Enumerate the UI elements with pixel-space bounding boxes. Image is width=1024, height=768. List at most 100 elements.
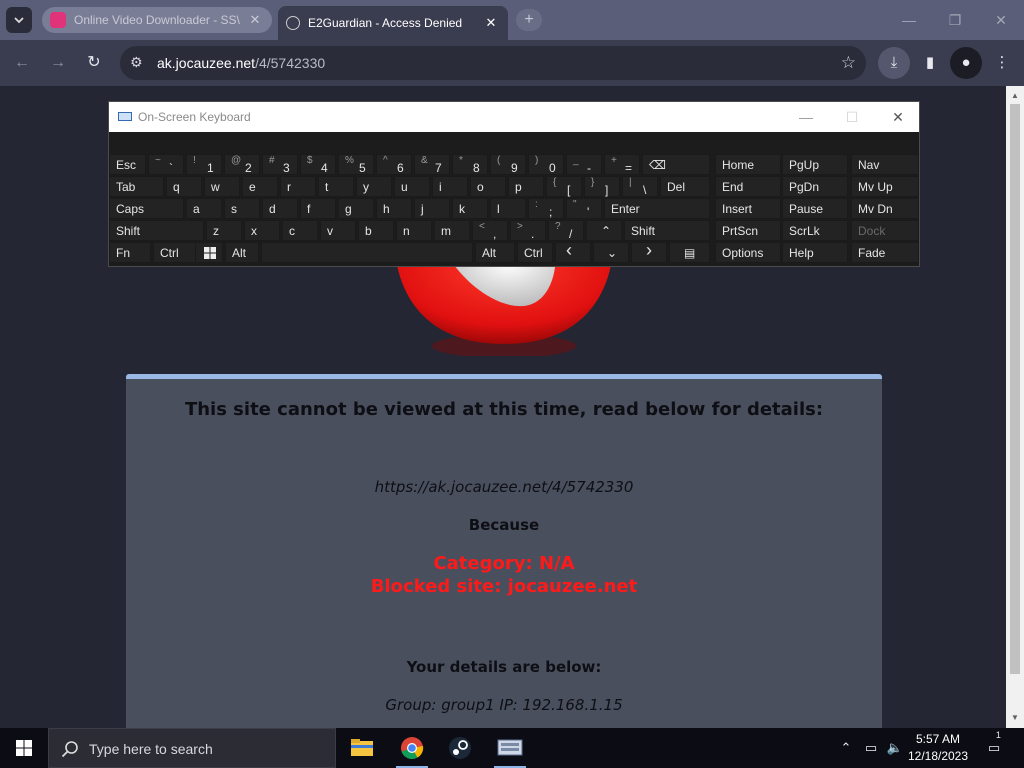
- right-arrow-key[interactable]: ›: [631, 240, 667, 263]
- key-m[interactable]: m: [434, 220, 470, 241]
- taskbar-clock[interactable]: 5:57 AM 12/18/2023: [906, 731, 970, 765]
- key-9[interactable]: (9: [490, 154, 526, 175]
- left-arrow-key[interactable]: ‹: [555, 240, 591, 263]
- key-o[interactable]: o: [470, 176, 506, 197]
- side-panel-icon[interactable]: ▮: [914, 47, 946, 79]
- backspace-key[interactable]: ⌫: [642, 154, 710, 175]
- key-symbol[interactable]: :;: [528, 198, 564, 219]
- scroll-down-icon[interactable]: ▼: [1006, 710, 1024, 726]
- key-fade[interactable]: Fade: [851, 242, 919, 263]
- key-fn[interactable]: Fn: [109, 242, 151, 263]
- key-scrlk[interactable]: ScrLk: [782, 220, 848, 241]
- key-esc[interactable]: Esc: [109, 154, 146, 175]
- address-url[interactable]: ak.jocauzee.net/4/5742330: [157, 46, 325, 80]
- taskbar-search-box[interactable]: Type here to search: [48, 728, 336, 768]
- scroll-up-icon[interactable]: ▲: [1006, 88, 1024, 104]
- key-b[interactable]: b: [358, 220, 394, 241]
- page-scrollbar[interactable]: ▲ ▼: [1006, 86, 1024, 728]
- download-icon[interactable]: ⤓: [878, 47, 910, 79]
- key-c[interactable]: c: [282, 220, 318, 241]
- key-home[interactable]: Home: [715, 154, 781, 175]
- key-shift[interactable]: Shift: [624, 220, 710, 241]
- tab-search-button[interactable]: [6, 7, 32, 33]
- key-1[interactable]: ! 1: [186, 154, 222, 175]
- key-s[interactable]: s: [224, 198, 260, 219]
- scrollbar-thumb[interactable]: [1010, 104, 1020, 674]
- key-prtscn[interactable]: PrtScn: [715, 220, 781, 241]
- maximize-window-icon[interactable]: ☐: [829, 102, 875, 132]
- close-window-icon[interactable]: ✕: [875, 102, 921, 132]
- start-button[interactable]: [0, 728, 48, 768]
- key-q[interactable]: q: [166, 176, 202, 197]
- key-4[interactable]: $4: [300, 154, 336, 175]
- taskbar-steam[interactable]: [436, 728, 484, 768]
- reload-icon[interactable]: ↻: [81, 50, 107, 76]
- menu-key[interactable]: ▤: [669, 242, 710, 263]
- windows-key[interactable]: [195, 242, 223, 263]
- restore-window-icon[interactable]: ❐: [932, 0, 978, 40]
- key-alt[interactable]: Alt: [475, 242, 515, 263]
- key-symbol[interactable]: | \: [622, 176, 658, 197]
- close-tab-icon[interactable]: ✕: [482, 15, 500, 31]
- new-tab-button[interactable]: +: [516, 9, 542, 31]
- key-0[interactable]: ) 0: [528, 154, 564, 175]
- key-pause[interactable]: Pause: [782, 198, 848, 219]
- key-dock[interactable]: Dock: [851, 220, 919, 241]
- key-5[interactable]: % 5: [338, 154, 374, 175]
- key-mvdn[interactable]: Mv Dn: [851, 198, 919, 219]
- taskbar-on-screen-keyboard[interactable]: [486, 728, 534, 768]
- minimize-window-icon[interactable]: —: [783, 102, 829, 132]
- key-pgdn[interactable]: PgDn: [782, 176, 848, 197]
- key-ctrl[interactable]: Ctrl: [153, 242, 201, 263]
- key-i[interactable]: i: [432, 176, 468, 197]
- key-j[interactable]: j: [414, 198, 450, 219]
- key-y[interactable]: y: [356, 176, 392, 197]
- key-8[interactable]: * 8: [452, 154, 488, 175]
- back-arrow-icon[interactable]: ←: [9, 50, 35, 76]
- key-n[interactable]: n: [396, 220, 432, 241]
- key-symbol[interactable]: }]: [584, 176, 620, 197]
- key-alt[interactable]: Alt: [225, 242, 259, 263]
- more-options-icon[interactable]: ⋮: [986, 47, 1018, 79]
- key-e[interactable]: e: [242, 176, 278, 197]
- key-g[interactable]: g: [338, 198, 374, 219]
- key-tab[interactable]: Tab: [109, 176, 164, 197]
- key-3[interactable]: #3: [262, 154, 298, 175]
- taskbar-chrome[interactable]: [388, 728, 436, 768]
- key-v[interactable]: v: [320, 220, 356, 241]
- key-h[interactable]: h: [376, 198, 412, 219]
- key-symbol[interactable]: >.: [510, 220, 546, 241]
- keyboard-title-bar[interactable]: On-Screen Keyboard — ☐ ✕: [109, 102, 919, 132]
- bookmark-star-icon[interactable]: ☆: [841, 53, 856, 73]
- key-del[interactable]: Del: [660, 176, 710, 197]
- key-d[interactable]: d: [262, 198, 298, 219]
- key-2[interactable]: @2: [224, 154, 260, 175]
- key-x[interactable]: x: [244, 220, 280, 241]
- key-k[interactable]: k: [452, 198, 488, 219]
- space-key[interactable]: [261, 242, 473, 263]
- close-tab-icon[interactable]: ✕: [246, 12, 264, 28]
- key-u[interactable]: u: [394, 176, 430, 197]
- key-ctrl[interactable]: Ctrl: [517, 242, 553, 263]
- key-enter[interactable]: Enter: [604, 198, 710, 219]
- key-shift[interactable]: Shift: [109, 220, 204, 241]
- taskbar-file-explorer[interactable]: [338, 728, 386, 768]
- key-mvup[interactable]: Mv Up: [851, 176, 919, 197]
- key-z[interactable]: z: [206, 220, 242, 241]
- forward-arrow-icon[interactable]: →: [45, 50, 71, 76]
- down-arrow-key[interactable]: ⌄: [593, 242, 629, 263]
- key-symbol[interactable]: _ -: [566, 154, 602, 175]
- key-help[interactable]: Help: [782, 242, 848, 263]
- key-t[interactable]: t: [318, 176, 354, 197]
- up-arrow-key[interactable]: ⌃: [586, 220, 622, 241]
- key-a[interactable]: a: [186, 198, 222, 219]
- key-6[interactable]: ^ 6: [376, 154, 412, 175]
- key-f[interactable]: f: [300, 198, 336, 219]
- profile-avatar-icon[interactable]: ●: [950, 47, 982, 79]
- key-end[interactable]: End: [715, 176, 781, 197]
- network-icon[interactable]: ▭: [860, 728, 882, 768]
- volume-muted-icon[interactable]: 🔈: [884, 728, 906, 768]
- key-options[interactable]: Options: [715, 242, 781, 263]
- notification-center-icon[interactable]: ▭ 1: [980, 728, 1008, 768]
- show-hidden-icons-chevron-icon[interactable]: ⌃: [836, 728, 856, 768]
